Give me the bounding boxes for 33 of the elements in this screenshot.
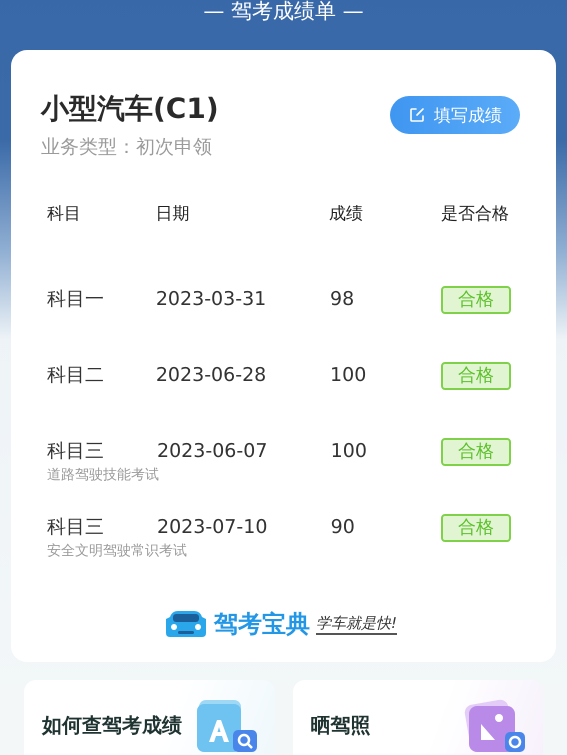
- column-header: 是否合格: [440, 203, 510, 226]
- brand-name: 驾考宝典: [214, 609, 310, 640]
- column-header: 日期: [155, 203, 190, 226]
- date-cell-text: 2023-06-28: [156, 363, 268, 388]
- brand-slogan: 学车就是快!: [316, 614, 397, 634]
- license-title: 小型汽车(C1): [41, 91, 219, 127]
- business-type: 业务类型：初次申领: [41, 135, 213, 160]
- car-icon: [164, 609, 208, 639]
- date-cell-text: 2023-03-31: [156, 287, 268, 312]
- subject-note: 道路驾驶技能考试: [47, 466, 159, 484]
- subject-note: 安全文明驾驶常识考试: [47, 542, 187, 560]
- photo-icon: [463, 698, 527, 752]
- feature-tile[interactable]: 晒驾照: [292, 680, 543, 755]
- score-cell-text: 100: [329, 363, 368, 388]
- result-badge: 合格: [440, 362, 511, 390]
- result-badge: 合格: [440, 286, 511, 314]
- date-cell-text: 2023-06-07: [157, 439, 268, 464]
- column-header: 成绩: [328, 203, 364, 226]
- subject-cell-text: 科目三: [47, 515, 104, 540]
- edit-icon: [408, 106, 426, 124]
- result-badge: 合格: [441, 438, 512, 466]
- page-title: — 驾考成绩单 —: [203, 0, 364, 25]
- date-cell-text: 2023-07-10: [157, 515, 268, 540]
- column-header: 科目: [46, 203, 82, 226]
- feature-tile[interactable]: 如何查驾考成绩: [24, 680, 274, 755]
- score-cell-text: 90: [330, 515, 356, 540]
- result-badge: 合格: [441, 514, 512, 542]
- subject-cell-text: 科目一: [47, 287, 104, 312]
- document-search-icon: [194, 698, 258, 752]
- score-cell-text: 98: [329, 287, 356, 312]
- score-cell-text: 100: [330, 439, 368, 464]
- subject-cell-text: 科目三: [47, 439, 104, 464]
- subject-cell-text: 科目二: [47, 363, 104, 388]
